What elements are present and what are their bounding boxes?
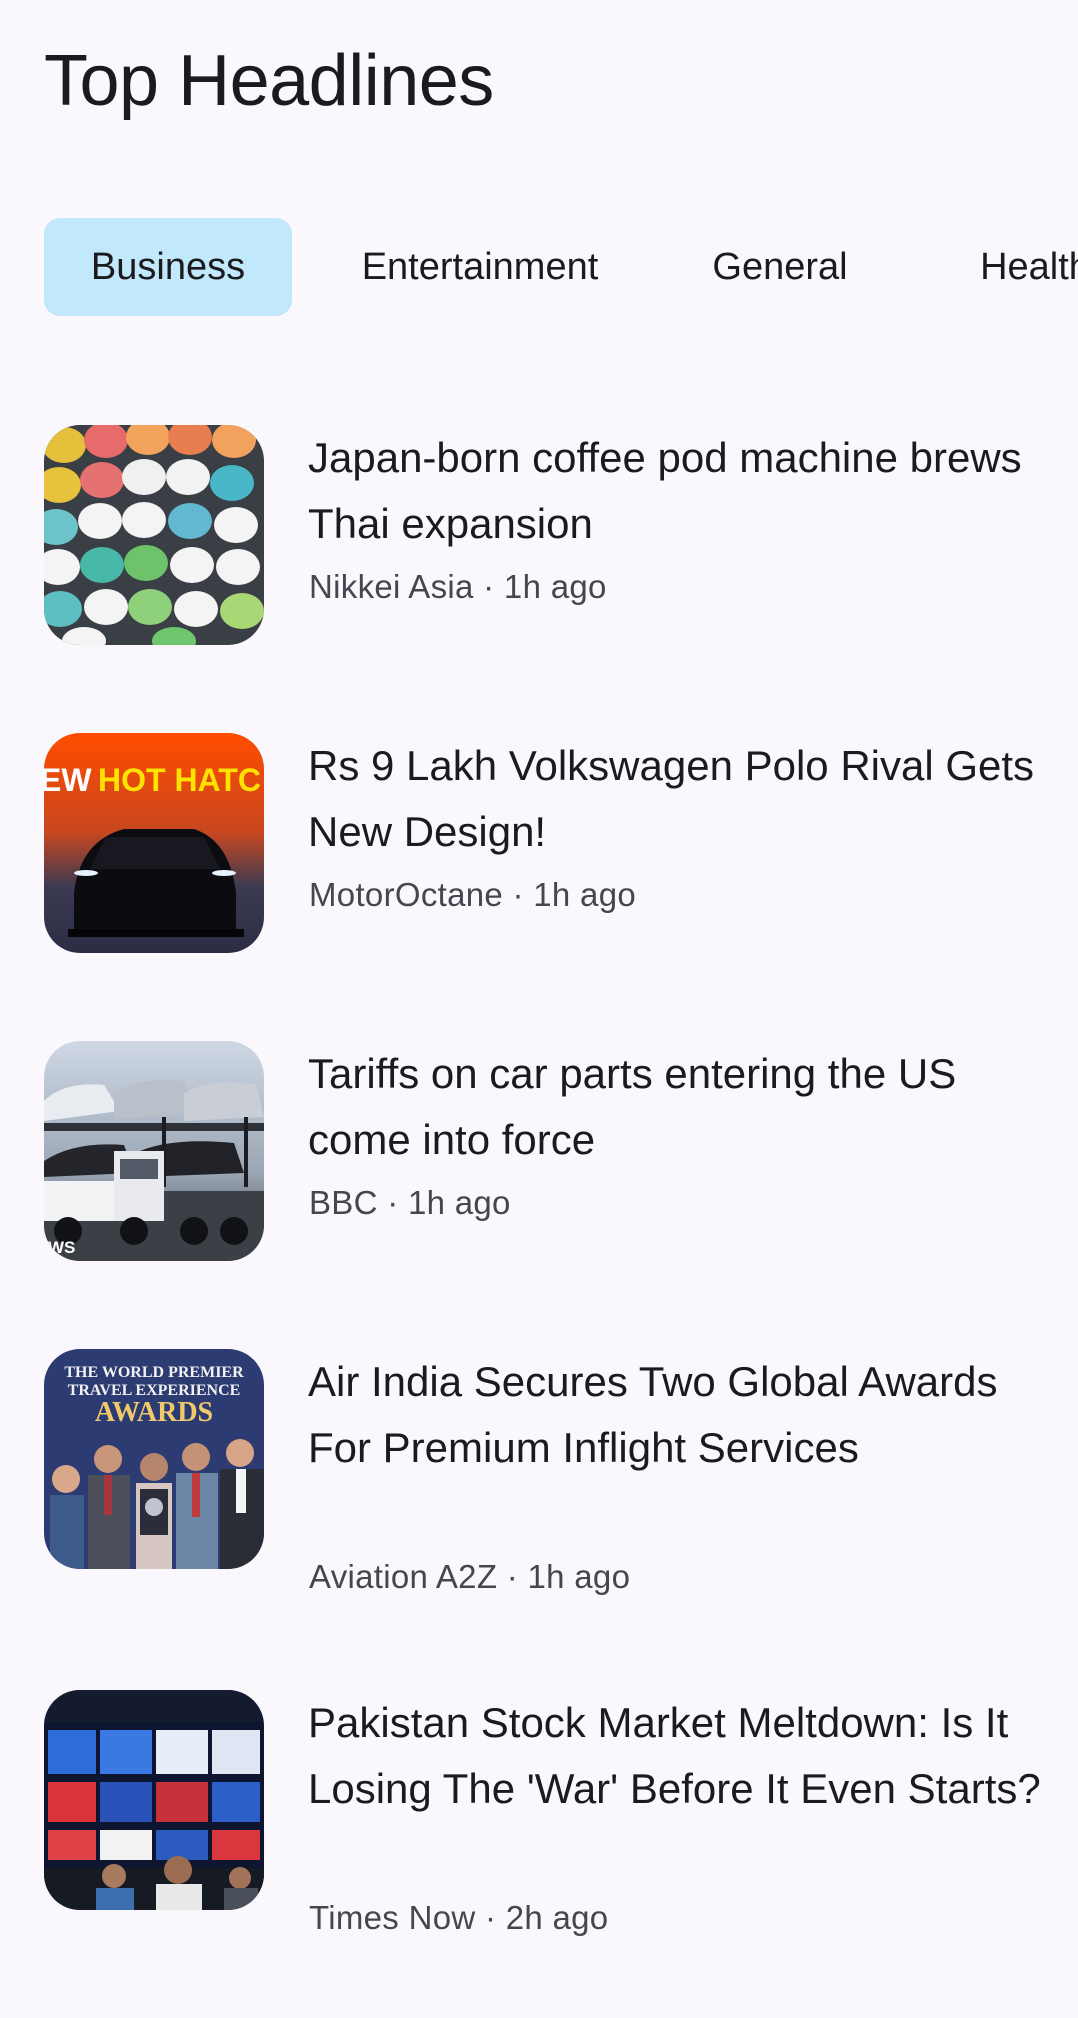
article-title: Tariffs on car parts entering the US com… (308, 1050, 957, 1163)
article-title: Rs 9 Lakh Volkswagen Polo Rival Gets New… (308, 742, 1035, 855)
car-teaser-image: EW HOT HATC (44, 733, 264, 953)
article-meta: Aviation A2Z · 1h ago (309, 1558, 631, 1595)
article-item[interactable]: Pakistan Stock Market Meltdown: Is It Lo… (44, 1690, 1044, 1954)
article-item[interactable]: Japan-born coffee pod machine brews Thai… (44, 425, 1044, 645)
article-thumbnail: WS (44, 1041, 264, 1261)
tab-general[interactable]: General (680, 218, 880, 316)
thumbnail-text-line-3: AWARDS (95, 1397, 213, 1428)
tab-entertainment[interactable]: Entertainment (330, 218, 630, 316)
stock-exchange-image (44, 1690, 264, 1910)
car-transporter-image: WS (44, 1041, 264, 1261)
article-thumbnail (44, 1690, 264, 1910)
thumbnail-text-line-1: THE WORLD PREMIER (64, 1364, 244, 1381)
article-item[interactable]: WS Tariffs on car parts entering the US … (44, 1041, 1044, 1261)
tab-business[interactable]: Business (44, 218, 292, 316)
article-thumbnail: THE WORLD PREMIER TRAVEL EXPERIENCE AWAR… (44, 1349, 264, 1569)
article-item[interactable]: EW HOT HATC Rs 9 Lakh Volkswagen Polo Ri… (44, 733, 1044, 953)
article-meta: MotorOctane · 1h ago (309, 876, 637, 913)
article-meta: BBC · 1h ago (309, 1184, 511, 1221)
category-tabs: Business Entertainment General Health (0, 218, 1078, 316)
thumbnail-text-highlight: HOT HATC (98, 762, 261, 798)
article-meta: Times Now · 2h ago (309, 1899, 609, 1936)
thumbnail-text: WS (48, 1238, 75, 1257)
article-title: Air India Secures Two Global Awards For … (308, 1358, 998, 1471)
article-meta: Nikkei Asia · 1h ago (309, 568, 607, 605)
coffee-pods-image (44, 425, 264, 645)
article-title: Japan-born coffee pod machine brews Thai… (308, 434, 1022, 547)
thumbnail-text-prefix: EW (44, 762, 92, 798)
article-title: Pakistan Stock Market Meltdown: Is It Lo… (308, 1699, 1041, 1812)
article-thumbnail (44, 425, 264, 645)
tab-health[interactable]: Health (940, 218, 1078, 316)
page-title: Top Headlines (44, 41, 494, 121)
awards-ceremony-image: THE WORLD PREMIER TRAVEL EXPERIENCE AWAR… (44, 1349, 264, 1569)
article-thumbnail: EW HOT HATC (44, 733, 264, 953)
article-item[interactable]: THE WORLD PREMIER TRAVEL EXPERIENCE AWAR… (44, 1349, 1044, 1613)
